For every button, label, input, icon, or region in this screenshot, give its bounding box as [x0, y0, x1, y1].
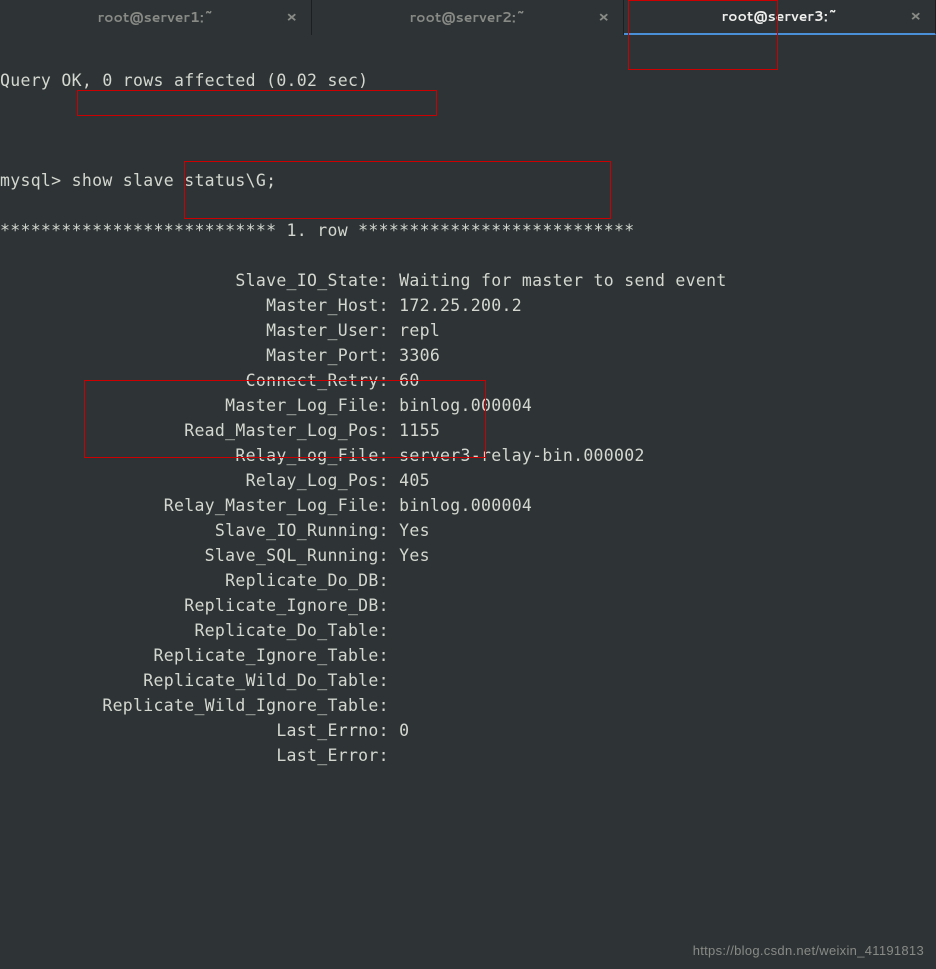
- field-line: Slave_IO_Running: Yes: [0, 518, 936, 543]
- tab-bar: root@server1:~ × root@server2:~ × root@s…: [0, 0, 936, 35]
- close-icon[interactable]: ×: [598, 6, 609, 29]
- tab-label: root@server2:~: [410, 7, 526, 28]
- field-line: Master_Log_File: binlog.000004: [0, 393, 936, 418]
- query-ok-line: Query OK, 0 rows affected (0.02 sec): [0, 68, 936, 93]
- blank-line: [0, 118, 936, 143]
- field-list: Slave_IO_State: Waiting for master to se…: [0, 268, 936, 768]
- field-line: Replicate_Do_Table:: [0, 618, 936, 643]
- field-line: Connect_Retry: 60: [0, 368, 936, 393]
- field-line: Master_Host: 172.25.200.2: [0, 293, 936, 318]
- command-text: show slave status\G;: [72, 171, 277, 190]
- field-line: Last_Errno: 0: [0, 718, 936, 743]
- tab-label: root@server3:~: [722, 6, 838, 27]
- field-line: Slave_SQL_Running: Yes: [0, 543, 936, 568]
- terminal-output[interactable]: Query OK, 0 rows affected (0.02 sec) mys…: [0, 35, 936, 969]
- field-line: Replicate_Wild_Do_Table:: [0, 668, 936, 693]
- field-line: Replicate_Wild_Ignore_Table:: [0, 693, 936, 718]
- field-line: Relay_Master_Log_File: binlog.000004: [0, 493, 936, 518]
- close-icon[interactable]: ×: [910, 5, 921, 28]
- field-line: Last_Error:: [0, 743, 936, 768]
- row-header: *************************** 1. row *****…: [0, 218, 936, 243]
- field-line: Read_Master_Log_Pos: 1155: [0, 418, 936, 443]
- mysql-prompt: mysql>: [0, 171, 72, 190]
- field-line: Master_Port: 3306: [0, 343, 936, 368]
- tab-server2[interactable]: root@server2:~ ×: [312, 0, 624, 35]
- highlight-box-command: [77, 90, 437, 116]
- tab-label: root@server1:~: [98, 7, 214, 28]
- tab-server1[interactable]: root@server1:~ ×: [0, 0, 312, 35]
- field-line: Slave_IO_State: Waiting for master to se…: [0, 268, 936, 293]
- close-icon[interactable]: ×: [286, 6, 297, 29]
- field-line: Replicate_Do_DB:: [0, 568, 936, 593]
- field-line: Replicate_Ignore_DB:: [0, 593, 936, 618]
- field-line: Master_User: repl: [0, 318, 936, 343]
- field-line: Relay_Log_File: server3-relay-bin.000002: [0, 443, 936, 468]
- prompt-line: mysql> show slave status\G;: [0, 168, 936, 193]
- watermark: https://blog.csdn.net/weixin_41191813: [693, 941, 924, 961]
- tab-server3[interactable]: root@server3:~ ×: [624, 0, 936, 35]
- field-line: Relay_Log_Pos: 405: [0, 468, 936, 493]
- field-line: Replicate_Ignore_Table:: [0, 643, 936, 668]
